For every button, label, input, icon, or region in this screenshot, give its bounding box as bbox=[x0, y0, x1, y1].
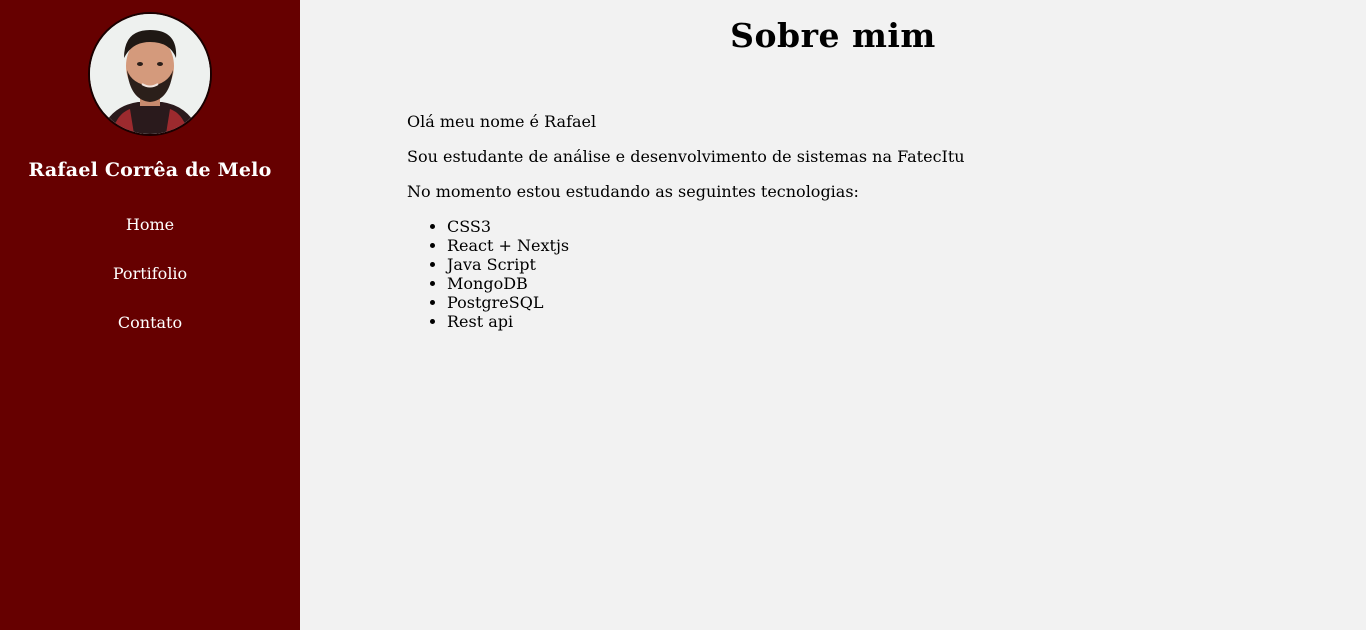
technologies-intro: No momento estou estudando as seguintes … bbox=[407, 182, 859, 201]
profile-name: Rafael Corrêa de Melo bbox=[28, 159, 272, 181]
sidebar: Rafael Corrêa de Melo Home Portifolio Co… bbox=[0, 0, 300, 630]
nav-link-home[interactable]: Home bbox=[126, 215, 174, 234]
nav-item-contato: Contato bbox=[0, 313, 300, 362]
nav-item-home: Home bbox=[0, 215, 300, 264]
nav-link-portifolio[interactable]: Portifolio bbox=[113, 264, 187, 283]
nav-item-portifolio: Portifolio bbox=[0, 264, 300, 313]
list-item: React + Nextjs bbox=[447, 236, 965, 255]
study-paragraph: Sou estudante de análise e desenvolvimen… bbox=[407, 147, 965, 166]
list-item: CSS3 bbox=[447, 217, 965, 236]
avatar bbox=[88, 12, 212, 136]
sidebar-nav: Home Portifolio Contato bbox=[0, 215, 300, 362]
list-item: MongoDB bbox=[447, 274, 965, 293]
technology-list: CSS3 React + Nextjs Java Script MongoDB … bbox=[407, 217, 965, 331]
intro-paragraph: Olá meu nome é Rafael bbox=[407, 112, 597, 131]
list-item: PostgreSQL bbox=[447, 293, 965, 312]
page-title: Sobre mim bbox=[730, 16, 936, 55]
about-section: Olá meu nome é Rafael Sou estudante de a… bbox=[407, 112, 965, 331]
list-item: Java Script bbox=[447, 255, 965, 274]
list-item: Rest api bbox=[447, 312, 965, 331]
nav-link-contato[interactable]: Contato bbox=[118, 313, 182, 332]
avatar-image bbox=[90, 14, 210, 134]
main-content: Sobre mim Olá meu nome é Rafael Sou estu… bbox=[300, 0, 1366, 630]
